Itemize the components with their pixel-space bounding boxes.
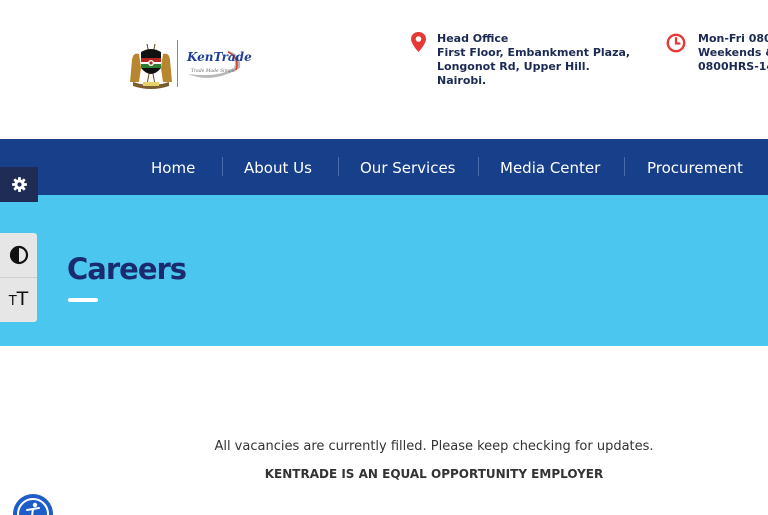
office-line: Longonot Rd, Upper Hill.: [437, 60, 590, 73]
nav-item-media-center[interactable]: Media Center: [500, 159, 600, 177]
nav-item-about-us[interactable]: About Us: [244, 159, 312, 177]
accessibility-icon: [17, 498, 49, 515]
office-line: Nairobi.: [437, 74, 487, 87]
nav-item-our-services[interactable]: Our Services: [360, 159, 456, 177]
accessibility-launcher-button[interactable]: [13, 494, 53, 515]
title-underline: [68, 298, 98, 302]
logo-tagline: Trade Made Simple: [191, 69, 236, 74]
nav-separator: [624, 157, 625, 176]
main-navigation: Home About Us Our Services Media Center …: [0, 139, 768, 195]
text-size-icon: TT: [8, 288, 29, 310]
nav-separator: [478, 157, 479, 176]
hours-line: Weekends &: [698, 46, 768, 59]
logo-brand-text: KenTrade: [187, 50, 252, 64]
contrast-icon: [9, 245, 28, 265]
office-address: Head Office First Floor, Embankment Plaz…: [437, 32, 630, 88]
hours-line: Mon-Fri 0800: [698, 32, 768, 45]
hours-line: 0800HRS-140: [698, 60, 768, 73]
nav-item-procurement[interactable]: Procurement: [647, 159, 743, 177]
nav-separator: [338, 157, 339, 176]
contrast-toggle-button[interactable]: [0, 233, 37, 277]
page-title: Careers: [67, 252, 187, 286]
page-hero-banner: Careers: [0, 195, 768, 346]
gear-icon: [11, 177, 27, 192]
accessibility-tools-panel: TT: [0, 233, 37, 322]
clock-icon: [666, 33, 686, 53]
logo-divider: [177, 40, 178, 87]
vacancy-notice: All vacancies are currently filled. Plea…: [214, 439, 654, 454]
office-line: Head Office: [437, 32, 509, 45]
page: KenTrade Trade Made Simple Head Office F…: [0, 0, 768, 515]
nav-item-home[interactable]: Home: [151, 159, 195, 177]
nav-separator: [222, 157, 223, 176]
location-pin-icon: [411, 32, 426, 52]
accessibility-settings-button[interactable]: [0, 167, 38, 202]
office-line: First Floor, Embankment Plaza,: [437, 46, 631, 59]
site-logo[interactable]: KenTrade Trade Made Simple: [127, 38, 252, 90]
text-size-button[interactable]: TT: [0, 278, 37, 322]
equal-opportunity-statement: KENTRADE IS AN EQUAL OPPORTUNITY EMPLOYE…: [264, 467, 604, 481]
coat-of-arms-emblem: [130, 43, 172, 89]
hours-text: Mon-Fri 0800 Weekends & 0800HRS-140: [698, 32, 768, 74]
